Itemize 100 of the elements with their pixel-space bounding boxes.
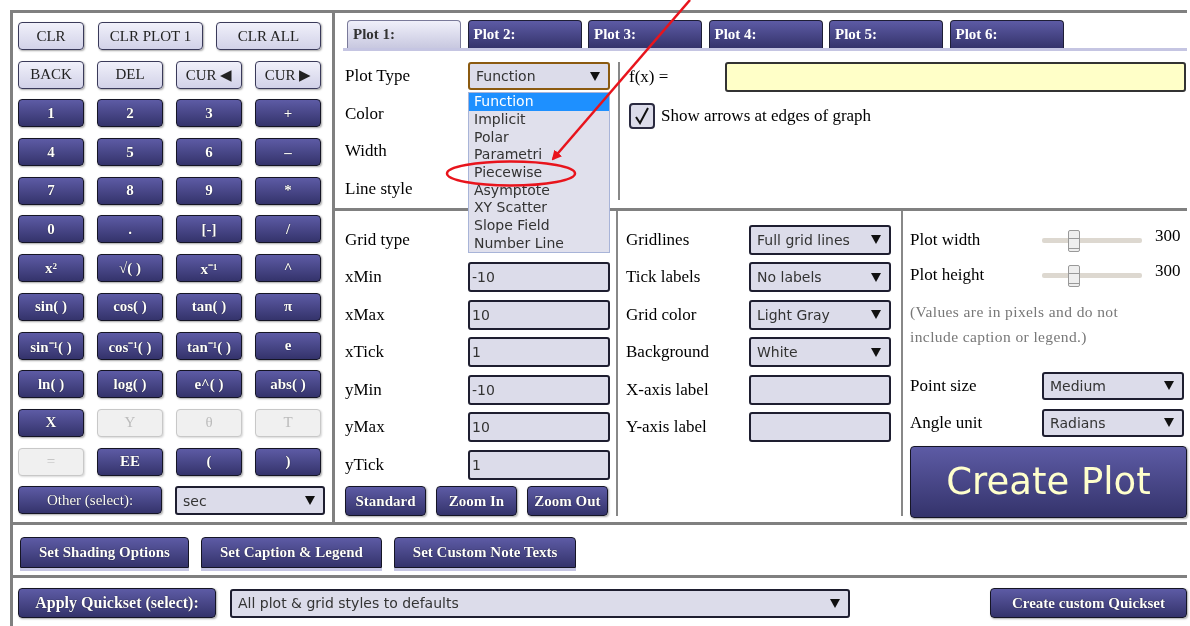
calculator-key[interactable]: sin⁻¹( )	[18, 331, 84, 360]
checkmark-icon	[634, 107, 650, 125]
calculator-key[interactable]: CLR PLOT 1	[98, 22, 203, 50]
other-button[interactable]: Other (select):	[18, 486, 162, 515]
note-text: (Values are in pixels and do not include caption or legend.)	[910, 301, 1120, 347]
option-tab[interactable]: Set Custom Note Texts	[393, 537, 577, 568]
input-field[interactable]: 1	[468, 449, 610, 480]
calculator-key[interactable]: +	[255, 99, 321, 128]
plot-tab[interactable]: Plot 6:	[949, 20, 1064, 48]
apply-quickset-button[interactable]: Apply Quickset (select):	[18, 588, 216, 618]
calculator-key[interactable]: tan⁻¹( )	[176, 331, 242, 360]
field-label: Plot height	[910, 265, 986, 285]
calculator-key[interactable]: –	[255, 138, 321, 167]
dropdown-field[interactable]: Radians	[1042, 408, 1184, 437]
create-quickset-button[interactable]: Create custom Quickset	[990, 588, 1187, 618]
calculator-key[interactable]: (	[176, 447, 242, 476]
calculator-key[interactable]: CLR ALL	[216, 22, 321, 50]
plot-tab[interactable]: Plot 5:	[829, 20, 943, 48]
calculator-key[interactable]: x⁻¹	[176, 254, 242, 283]
input-field[interactable]	[749, 412, 891, 442]
calculator-key[interactable]: tan( )	[176, 292, 242, 321]
calculator-key[interactable]: *	[255, 176, 321, 205]
input-field[interactable]	[749, 374, 891, 405]
dropdown-field[interactable]: Full grid lines	[749, 224, 891, 255]
option-tab[interactable]: Set Caption & Legend	[200, 537, 382, 568]
calculator-key[interactable]: 2	[97, 99, 163, 128]
input-field[interactable]: -10	[468, 374, 610, 405]
menu-item[interactable]: Slope Field	[469, 217, 609, 235]
calculator-key[interactable]: x²	[18, 254, 84, 283]
calculator-key[interactable]: .	[97, 215, 163, 244]
calculator-key[interactable]: ln( )	[18, 370, 84, 399]
plot-tab[interactable]: Plot 4:	[708, 20, 823, 48]
calculator-key[interactable]: 0	[18, 215, 84, 244]
menu-item[interactable]: XY Scatter	[469, 199, 609, 218]
checkbox-label: Show arrows at edges of graph	[661, 106, 872, 126]
input-field[interactable]: 1	[468, 337, 610, 367]
field-label: yMax	[345, 417, 386, 437]
formula-field[interactable]	[725, 62, 1186, 92]
calculator-key[interactable]: abs( )	[255, 370, 321, 399]
calculator-key[interactable]: CLR	[18, 22, 84, 50]
calculator-key[interactable]: cos⁻¹( )	[97, 331, 163, 360]
input-field[interactable]: 10	[468, 299, 610, 330]
calculator-key[interactable]: 5	[97, 138, 163, 167]
dropdown-field[interactable]: Light Gray	[749, 299, 891, 330]
plot-tab[interactable]: Plot 2:	[467, 20, 582, 48]
calculator-key[interactable]: /	[255, 215, 321, 244]
menu-item[interactable]: Polar	[469, 128, 609, 147]
calculator-key[interactable]: e^( )	[176, 370, 242, 399]
calculator-key[interactable]: [-]	[176, 215, 242, 244]
menu-item[interactable]: Asymptote	[469, 181, 609, 200]
field-label: Width	[345, 141, 388, 162]
calculator-key[interactable]: 4	[18, 138, 84, 167]
field-label: yMin	[345, 379, 383, 400]
option-tab[interactable]: Set Shading Options	[20, 537, 189, 568]
quickset-dropdown[interactable]: All plot & grid styles to defaults	[230, 588, 850, 618]
caret-icon	[871, 235, 881, 244]
calculator-key[interactable]: 8	[97, 176, 163, 205]
calculator-key[interactable]: cos( )	[97, 292, 163, 321]
menu-item[interactable]: Implicit	[469, 110, 609, 129]
field-label: Grid color	[626, 304, 698, 325]
dropdown-field[interactable]: White	[749, 337, 891, 367]
calculator-key[interactable]: sin( )	[18, 292, 84, 321]
calculator-key[interactable]: CUR ◀	[176, 60, 242, 89]
create-plot-button[interactable]: Create Plot	[910, 445, 1187, 518]
calculator-key[interactable]: BACK	[18, 60, 84, 89]
menu-item[interactable]: Piecewise	[469, 164, 609, 182]
caret-icon	[1164, 381, 1174, 390]
field-label: xMax	[345, 304, 386, 325]
calculator-key[interactable]: √( )	[97, 254, 163, 283]
calculator-key[interactable]: 6	[176, 138, 242, 167]
function-dropdown[interactable]: sec	[175, 486, 325, 516]
input-field[interactable]: -10	[468, 262, 610, 292]
calculator-key[interactable]: ^	[255, 254, 321, 283]
slider-thumb[interactable]	[1067, 264, 1080, 287]
plot-tab[interactable]: Plot 1:	[347, 20, 461, 48]
calculator-key[interactable]: 7	[18, 176, 84, 205]
menu-item[interactable]: Parametri	[469, 146, 609, 164]
calculator-key[interactable]: 1	[18, 99, 84, 128]
input-field[interactable]: 10	[468, 412, 610, 442]
calculator-key[interactable]: 3	[176, 99, 242, 128]
calculator-key[interactable]: e	[255, 331, 321, 360]
calculator-key[interactable]: CUR ▶	[255, 60, 321, 89]
field-label: Color	[345, 103, 385, 124]
calculator-key[interactable]: log( )	[97, 370, 163, 399]
dropdown-field[interactable]: Medium	[1042, 371, 1184, 400]
menu-item[interactable]: Number Line	[469, 234, 609, 253]
dropdown-field[interactable]: No labels	[749, 262, 891, 292]
calculator-key[interactable]: DEL	[97, 60, 163, 89]
calculator-key[interactable]: EE	[97, 447, 163, 476]
calculator-key[interactable]: π	[255, 292, 321, 321]
zoom-button[interactable]: Zoom In	[436, 486, 517, 516]
calculator-key[interactable]: 9	[176, 176, 242, 205]
plot-tab[interactable]: Plot 3:	[588, 20, 702, 48]
calculator-key[interactable]: )	[255, 447, 321, 476]
plot-type-dropdown[interactable]: Function	[468, 62, 610, 91]
zoom-button[interactable]: Zoom Out	[527, 486, 608, 516]
slider-thumb[interactable]	[1068, 229, 1081, 252]
zoom-button[interactable]: Standard	[345, 486, 426, 516]
calculator-key[interactable]: X	[18, 408, 84, 437]
checkbox[interactable]	[629, 103, 655, 129]
